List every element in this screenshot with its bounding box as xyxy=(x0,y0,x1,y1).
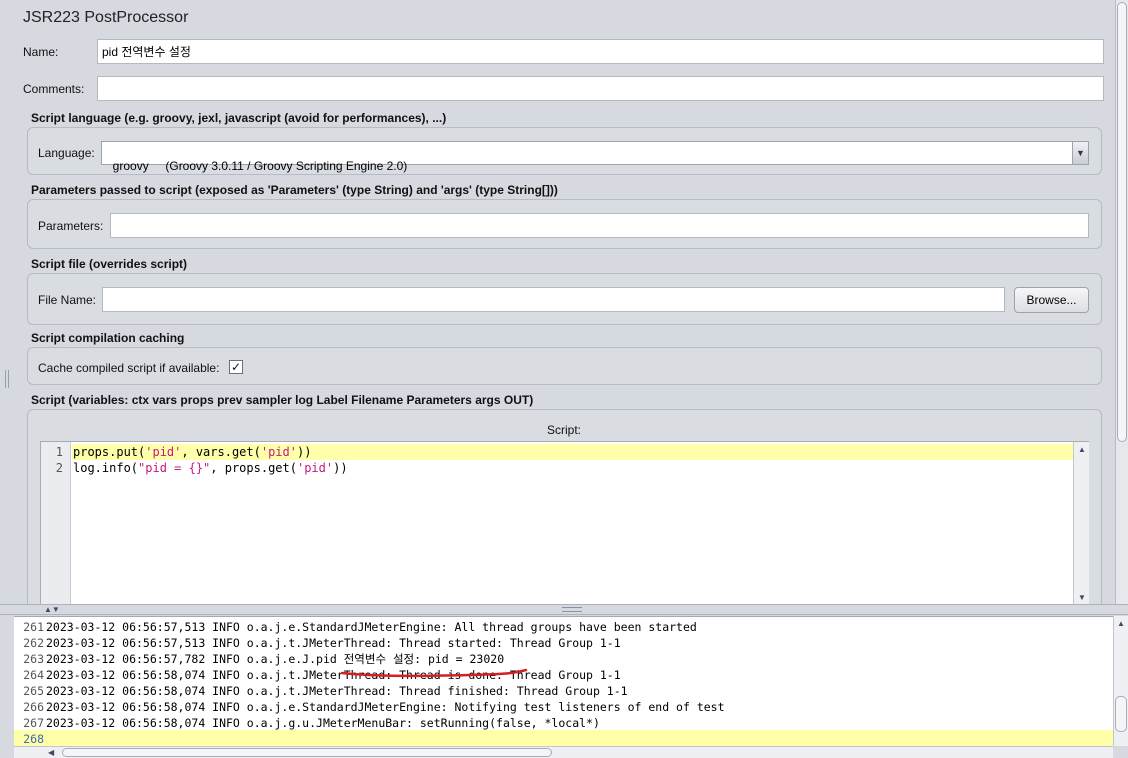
caching-section-title: Script compilation caching xyxy=(31,331,185,345)
language-select[interactable]: groovy (Groovy 3.0.11 / Groovy Scripting… xyxy=(101,141,1089,173)
scroll-left-icon[interactable]: ◀ xyxy=(48,748,54,757)
outer-vertical-scrollbar[interactable] xyxy=(1115,0,1128,605)
outer-scrollbar-thumb[interactable] xyxy=(1117,2,1127,442)
panel-title: JSR223 PostProcessor xyxy=(23,9,189,26)
parameters-input[interactable] xyxy=(110,213,1089,238)
red-underline-annotation xyxy=(340,668,528,678)
log-lines: 261 2023-03-12 06:56:57,513 INFO o.a.j.e.… xyxy=(16,619,725,747)
script-file-section-title: Script file (overrides script) xyxy=(31,257,188,271)
log-line: 266 2023-03-12 06:56:58,074 INFO o.a.j.e.… xyxy=(23,700,725,714)
chevron-down-icon[interactable]: ▼ xyxy=(1072,142,1088,164)
code-line-2[interactable]: log.info("pid = {}", props.get('pid')) xyxy=(73,460,348,476)
left-resize-handle-icon[interactable] xyxy=(5,370,9,388)
script-editor[interactable]: 1 props.put('pid', vars.get('pid')) 2 lo… xyxy=(40,441,1089,605)
comments-input[interactable] xyxy=(97,76,1104,101)
log-scrollbar-thumb[interactable] xyxy=(1115,696,1127,732)
log-line: 262 2023-03-12 06:56:57,513 INFO o.a.j.t.… xyxy=(23,636,621,650)
comments-label: Comments: xyxy=(23,82,85,96)
parameters-section-title: Parameters passed to script (exposed as … xyxy=(31,183,558,197)
log-line: 268 xyxy=(23,732,44,746)
name-input[interactable]: pid 전역변수 설정 xyxy=(97,39,1104,64)
scroll-up-icon[interactable]: ▲ xyxy=(1074,442,1090,456)
log-line: 267 2023-03-12 06:56:58,074 INFO o.a.j.g.… xyxy=(23,716,600,730)
file-name-input[interactable] xyxy=(102,287,1005,312)
script-editor-label: Script: xyxy=(547,423,582,437)
language-label: Language: xyxy=(38,146,95,160)
splitter-grip-icon[interactable] xyxy=(562,607,582,612)
scroll-up-icon[interactable]: ▲ xyxy=(1114,616,1128,630)
file-name-label: File Name: xyxy=(38,293,97,307)
parameters-label: Parameters: xyxy=(38,219,104,233)
cache-compiled-checkbox[interactable]: ✓ xyxy=(229,360,243,374)
scroll-down-icon[interactable]: ▼ xyxy=(1074,590,1090,604)
browse-button[interactable]: Browse... xyxy=(1014,287,1089,313)
line-number: 1 xyxy=(55,445,63,459)
log-line: 261 2023-03-12 06:56:57,513 INFO o.a.j.e.… xyxy=(23,620,697,634)
line-number: 2 xyxy=(55,461,63,475)
splitter-collapse-icon[interactable]: ▲▼ xyxy=(44,605,60,614)
name-label: Name: xyxy=(23,45,59,59)
panel-splitter[interactable]: ▲▼ xyxy=(0,604,1128,615)
log-line: 265 2023-03-12 06:56:58,074 INFO o.a.j.t.… xyxy=(23,684,628,698)
code-line-1[interactable]: props.put('pid', vars.get('pid')) xyxy=(73,444,311,460)
log-hscrollbar-thumb[interactable] xyxy=(62,748,552,757)
script-section-title: Script (variables: ctx vars props prev s… xyxy=(31,393,534,407)
log-panel[interactable]: 261 2023-03-12 06:56:57,513 INFO o.a.j.e.… xyxy=(14,616,1113,746)
language-select-value: groovy (Groovy 3.0.11 / Groovy Scripting… xyxy=(112,159,408,173)
cache-compiled-label: Cache compiled script if available: xyxy=(38,361,220,375)
log-vertical-scrollbar[interactable]: ▲ xyxy=(1113,616,1128,746)
log-horizontal-scrollbar[interactable]: ◀ xyxy=(14,746,1113,758)
editor-vertical-scrollbar[interactable]: ▲ ▼ xyxy=(1073,442,1089,604)
log-line: 263 2023-03-12 06:56:57,782 INFO o.a.j.e.… xyxy=(23,652,505,666)
language-section-title: Script language (e.g. groovy, jexl, java… xyxy=(31,111,447,125)
